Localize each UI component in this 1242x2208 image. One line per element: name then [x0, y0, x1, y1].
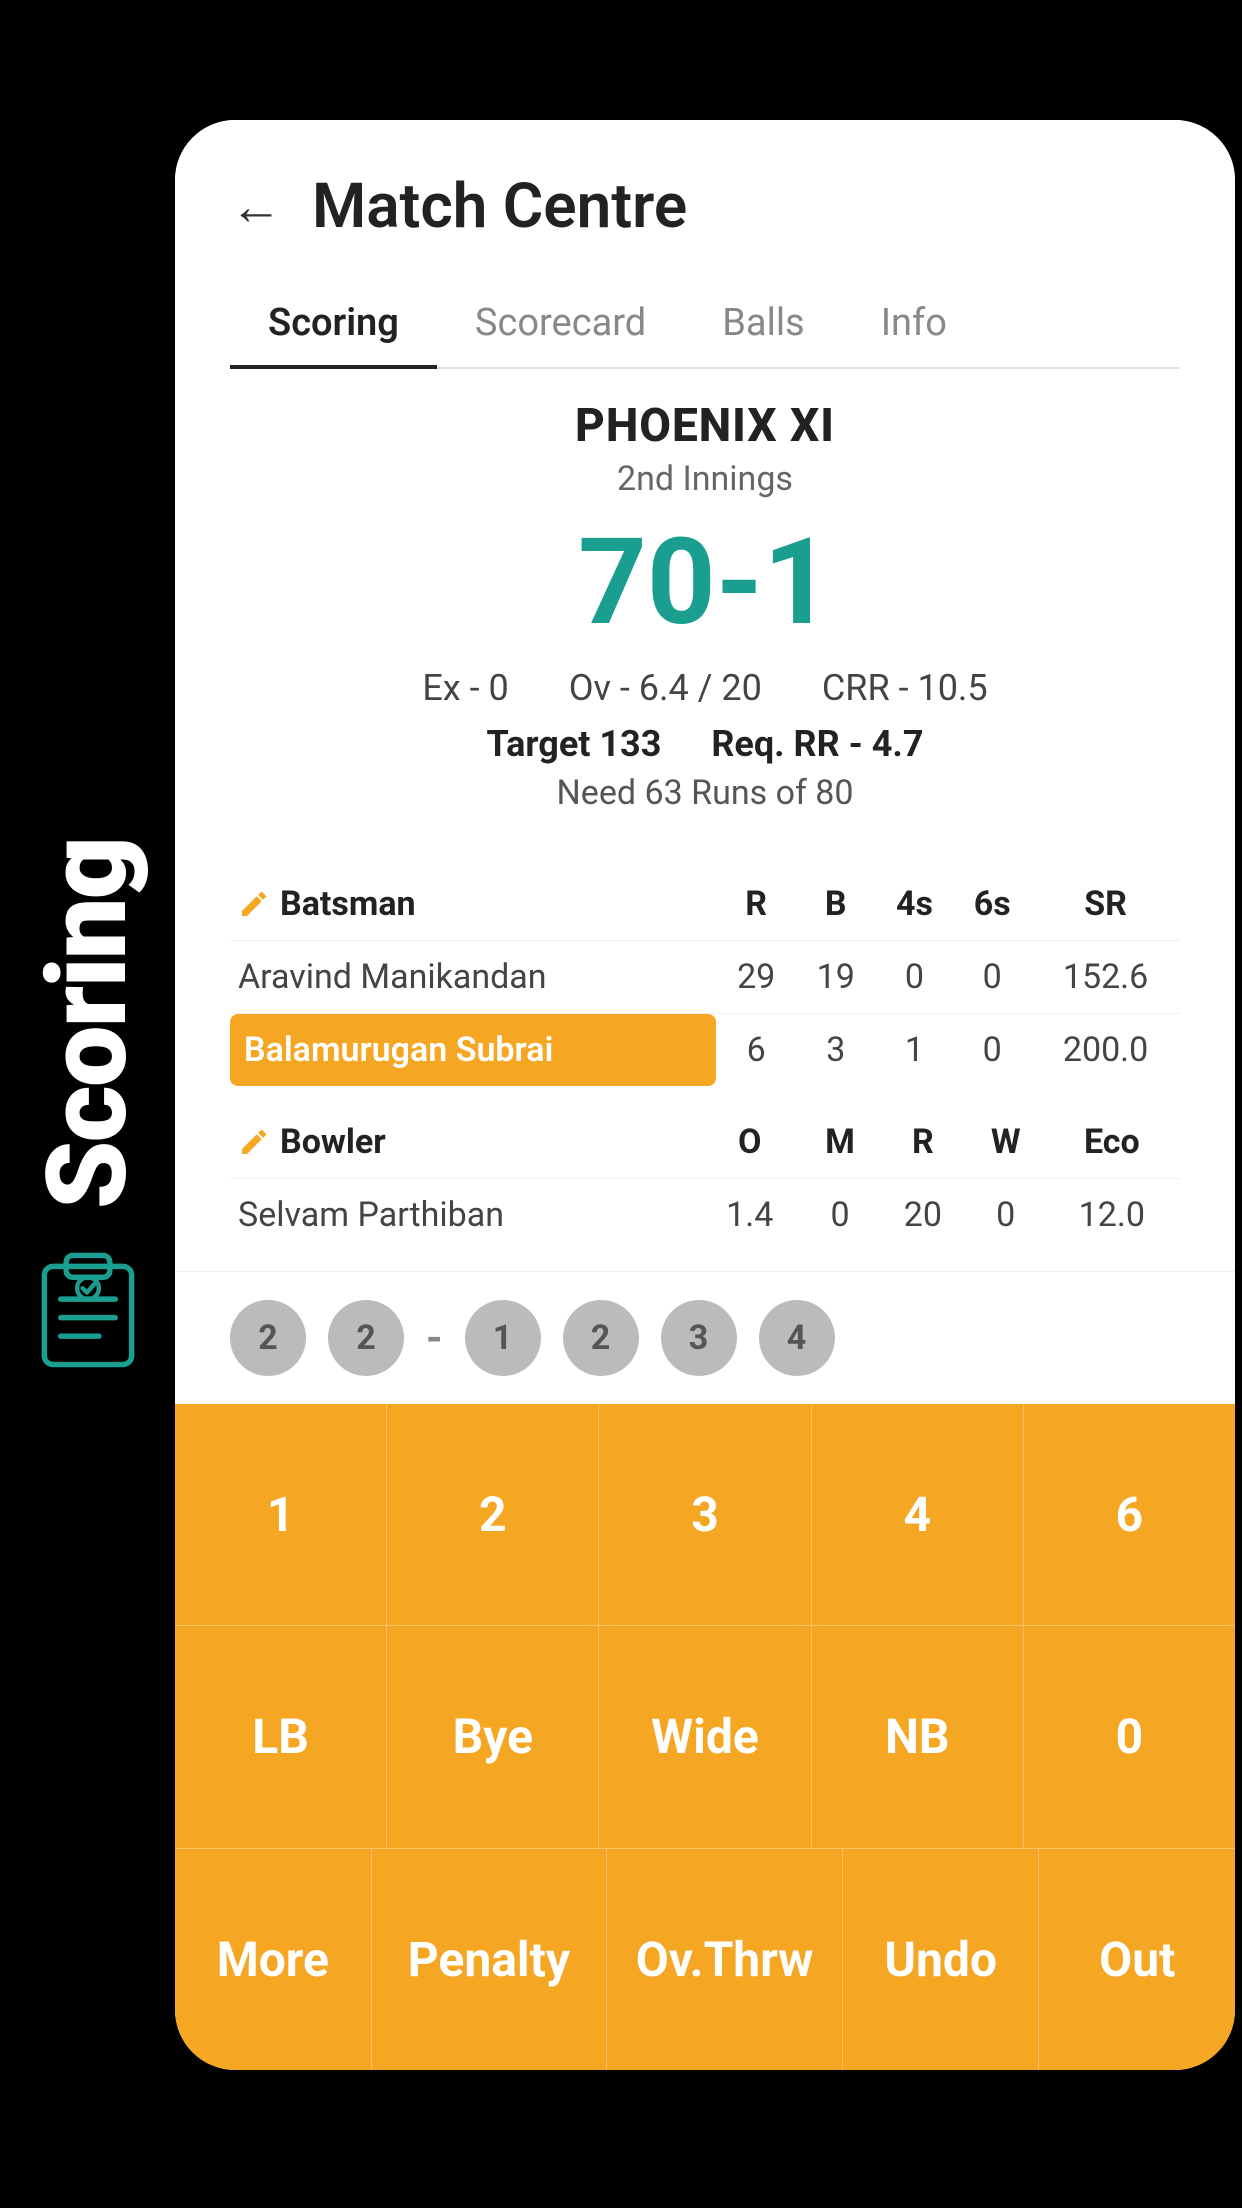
bowler-section: Bowler O M R W Eco Selvam Parthiban 1.4 … — [175, 1106, 1235, 1271]
tab-scoring[interactable]: Scoring — [230, 283, 437, 367]
key-nb[interactable]: NB — [812, 1626, 1024, 1847]
key-1[interactable]: 1 — [175, 1404, 387, 1625]
bowler-table: Bowler O M R W Eco Selvam Parthiban 1.4 … — [230, 1106, 1180, 1251]
batsman-1-sr: 152.6 — [1031, 941, 1180, 1014]
key-undo[interactable]: Undo — [843, 1849, 1040, 2070]
target-label: Target 133 — [486, 723, 661, 765]
bowler-o-header: O — [697, 1106, 802, 1179]
key-4[interactable]: 4 — [812, 1404, 1024, 1625]
tabs-bar: Scoring Scorecard Balls Info — [230, 283, 1180, 369]
key-2[interactable]: 2 — [387, 1404, 599, 1625]
batsman-2-name: Balamurugan Subrai — [230, 1014, 716, 1087]
tab-info[interactable]: Info — [843, 283, 985, 367]
bowler-1-m: 0 — [802, 1179, 878, 1252]
key-0[interactable]: 0 — [1024, 1626, 1235, 1847]
batsman-2-r: 6 — [716, 1014, 796, 1087]
overs-display: Ov - 6.4 / 20 — [569, 667, 762, 709]
ball-dot: - — [426, 1314, 443, 1363]
key-penalty[interactable]: Penalty — [372, 1849, 608, 2070]
score-display: 70-1 — [195, 517, 1215, 649]
ball-4: 2 — [563, 1300, 639, 1376]
batsman-1-4s: 0 — [876, 941, 954, 1014]
keypad-row-3: More Penalty Ov.Thrw Undo Out — [175, 1848, 1235, 2070]
key-more[interactable]: More — [175, 1849, 372, 2070]
batsman-col-header: Batsman — [230, 868, 716, 941]
bowler-1-w: 0 — [968, 1179, 1044, 1252]
ball-1: 2 — [230, 1300, 306, 1376]
key-6[interactable]: 6 — [1024, 1404, 1235, 1625]
batsman-section: Batsman R B 4s 6s SR Aravind Manikandan … — [175, 868, 1235, 1106]
score-section: PHOENIX XI 2nd Innings 70-1 Ex - 0 Ov - … — [175, 369, 1235, 868]
side-panel: Scoring — [0, 0, 175, 2208]
ball-history: 2 2 - 1 2 3 4 — [175, 1271, 1235, 1404]
batsman-4s-header: 4s — [876, 868, 954, 941]
ball-3: 1 — [465, 1300, 541, 1376]
bowler-w-header: W — [968, 1106, 1044, 1179]
batsman-r-header: R — [716, 868, 796, 941]
bowler-eco-header: Eco — [1044, 1106, 1180, 1179]
batsman-6s-header: 6s — [953, 868, 1031, 941]
ball-2: 2 — [328, 1300, 404, 1376]
tab-scorecard[interactable]: Scorecard — [437, 283, 684, 367]
batsman-2-4s: 1 — [876, 1014, 954, 1087]
batsman-1-6s: 0 — [953, 941, 1031, 1014]
bowler-m-header: M — [802, 1106, 878, 1179]
target-row: Target 133 Req. RR - 4.7 — [195, 723, 1215, 765]
bowler-1-r: 20 — [878, 1179, 968, 1252]
key-wide[interactable]: Wide — [599, 1626, 811, 1847]
table-row: Aravind Manikandan 29 19 0 0 152.6 — [230, 941, 1180, 1014]
edit-icon-batsman — [238, 888, 270, 920]
team-name: PHOENIX XI — [195, 399, 1215, 453]
bowler-r-header: R — [878, 1106, 968, 1179]
batsman-2-b: 3 — [796, 1014, 876, 1087]
keypad-section: 1 2 3 4 6 LB Bye Wide NB 0 More Penalty … — [175, 1404, 1235, 2070]
batsman-1-b: 19 — [796, 941, 876, 1014]
edit-icon-bowler — [238, 1126, 270, 1158]
batsman-table: Batsman R B 4s 6s SR Aravind Manikandan … — [230, 868, 1180, 1086]
batsman-1-name: Aravind Manikandan — [230, 941, 716, 1014]
batsman-1-r: 29 — [716, 941, 796, 1014]
score-meta: Ex - 0 Ov - 6.4 / 20 CRR - 10.5 — [195, 667, 1215, 709]
innings-label: 2nd Innings — [195, 459, 1215, 499]
key-out[interactable]: Out — [1039, 1849, 1235, 2070]
page-title: Match Centre — [312, 170, 687, 243]
scoring-label: Scoring — [33, 838, 143, 1209]
ball-6: 4 — [759, 1300, 835, 1376]
top-section: ← Match Centre Scoring Scorecard Balls I… — [175, 120, 1235, 369]
header: ← Match Centre — [230, 170, 1180, 243]
back-button[interactable]: ← — [230, 176, 282, 237]
batsman-2-6s: 0 — [953, 1014, 1031, 1087]
table-row: Selvam Parthiban 1.4 0 20 0 12.0 — [230, 1179, 1180, 1252]
keypad-row-1: 1 2 3 4 6 — [175, 1404, 1235, 1625]
clipboard-icon — [33, 1250, 143, 1370]
key-lb[interactable]: LB — [175, 1626, 387, 1847]
batsman-b-header: B — [796, 868, 876, 941]
need-label: Need 63 Runs of 80 — [195, 773, 1215, 813]
key-bye[interactable]: Bye — [387, 1626, 599, 1847]
batsman-2-sr: 200.0 — [1031, 1014, 1180, 1087]
crr-display: CRR - 10.5 — [822, 667, 988, 709]
key-overthrow[interactable]: Ov.Thrw — [607, 1849, 843, 2070]
bowler-1-o: 1.4 — [697, 1179, 802, 1252]
bowler-1-name: Selvam Parthiban — [230, 1179, 697, 1252]
ball-5: 3 — [661, 1300, 737, 1376]
extras-display: Ex - 0 — [422, 667, 508, 709]
key-3[interactable]: 3 — [599, 1404, 811, 1625]
tab-balls[interactable]: Balls — [684, 283, 842, 367]
req-rr-label: Req. RR - 4.7 — [711, 723, 923, 765]
table-row: Balamurugan Subrai 6 3 1 0 200.0 — [230, 1014, 1180, 1087]
batsman-sr-header: SR — [1031, 868, 1180, 941]
keypad-row-2: LB Bye Wide NB 0 — [175, 1625, 1235, 1847]
bowler-1-eco: 12.0 — [1044, 1179, 1180, 1252]
bowler-col-header: Bowler — [230, 1106, 697, 1179]
phone-card: ← Match Centre Scoring Scorecard Balls I… — [175, 120, 1235, 2070]
